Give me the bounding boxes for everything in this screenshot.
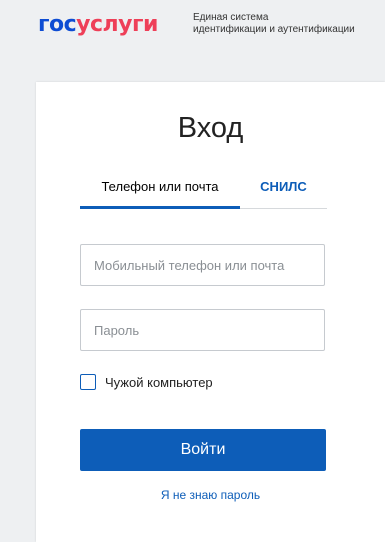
logo-part-gos: гос xyxy=(38,12,77,37)
forgot-password-link[interactable]: Я не знаю пароль xyxy=(36,488,385,502)
foreign-computer-checkbox[interactable] xyxy=(80,374,96,390)
tab-snils[interactable]: СНИЛС xyxy=(240,180,327,206)
password-input[interactable] xyxy=(80,309,325,351)
foreign-computer-label[interactable]: Чужой компьютер xyxy=(105,375,213,390)
tagline: Единая система идентификации и аутентифи… xyxy=(193,12,355,36)
tagline-line-1: Единая система xyxy=(193,12,269,23)
tab-phone-or-email[interactable]: Телефон или почта xyxy=(80,180,240,209)
tagline-line-2: идентификации и аутентификации xyxy=(193,24,355,35)
gosuslugi-logo[interactable]: госуслуги xyxy=(38,12,158,37)
page-title: Вход xyxy=(177,112,244,144)
login-card: Вход Телефон или почта СНИЛС Чужой компь… xyxy=(36,82,385,542)
login-tabs: Телефон или почта СНИЛС xyxy=(80,180,327,209)
login-button[interactable]: Войти xyxy=(80,429,326,471)
logo-part-uslugi: услуги xyxy=(76,12,158,37)
phone-or-email-input[interactable] xyxy=(80,244,325,286)
